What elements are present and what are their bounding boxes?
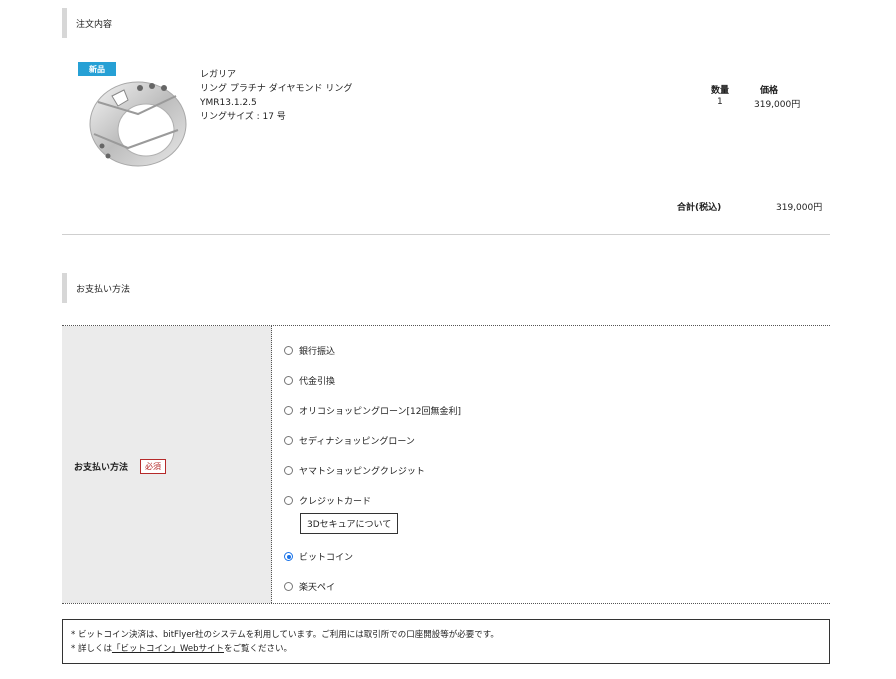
payment-label-text: お支払い方法	[74, 463, 129, 473]
note-line-2: * 詳しくは「ビットコイン」Webサイトをご覧ください。	[71, 642, 821, 656]
price-header: 価格	[760, 86, 779, 96]
option-label: 代金引換	[299, 377, 336, 387]
payment-table: お支払い方法 必須 銀行振込 代金引換 オリコショッピングローン[12回無金利]…	[62, 325, 830, 604]
payment-option-rakuten-pay[interactable]: 楽天ペイ	[284, 580, 335, 593]
payment-section-heading: お支払い方法	[62, 273, 130, 303]
payment-option-cedyna-loan[interactable]: セディナショッピングローン	[284, 434, 415, 447]
product-brand[interactable]: レガリア	[200, 68, 352, 82]
payment-option-credit-card[interactable]: クレジットカード	[284, 494, 371, 507]
option-label: クレジットカード	[299, 497, 372, 507]
total-value: 319,000円	[776, 203, 823, 213]
quantity-header: 数量	[711, 86, 730, 96]
note-suffix: をご覧ください。	[224, 644, 293, 654]
radio-icon[interactable]	[284, 466, 293, 475]
product-code: YMR13.1.2.5	[200, 98, 257, 108]
option-label: ビットコイン	[299, 553, 354, 563]
product-size: リングサイズ : 17 号	[200, 112, 286, 122]
product-name[interactable]: リング プラチナ ダイヤモンド リング	[200, 82, 352, 96]
option-label: 銀行振込	[299, 347, 336, 357]
radio-icon[interactable]	[284, 436, 293, 445]
radio-checked-icon[interactable]	[284, 552, 293, 561]
ring-product-image[interactable]	[78, 62, 190, 174]
radio-icon[interactable]	[284, 346, 293, 355]
payment-label-cell: お支払い方法 必須	[62, 326, 272, 603]
quantity-value: 1	[717, 97, 723, 107]
total-label: 合計(税込)	[677, 203, 722, 213]
required-badge: 必須	[140, 459, 167, 474]
bitcoin-website-link[interactable]: 「ビットコイン」Webサイト	[112, 644, 224, 654]
section-divider	[62, 234, 830, 235]
note-prefix: * 詳しくは	[71, 644, 112, 654]
payment-label: お支払い方法 必須	[74, 459, 167, 474]
3d-secure-button[interactable]: 3Dセキュアについて	[300, 513, 399, 534]
payment-option-bitcoin[interactable]: ビットコイン	[284, 550, 353, 563]
payment-option-cash-on-delivery[interactable]: 代金引換	[284, 374, 335, 387]
option-label: オリコショッピングローン[12回無金利]	[299, 407, 462, 417]
payment-options: 銀行振込 代金引換 オリコショッピングローン[12回無金利] セディナショッピン…	[272, 326, 830, 603]
payment-option-yamato-credit[interactable]: ヤマトショッピングクレジット	[284, 464, 425, 477]
radio-icon[interactable]	[284, 406, 293, 415]
option-label: ヤマトショッピングクレジット	[299, 467, 425, 477]
price-value: 319,000円	[754, 100, 801, 110]
product-info: レガリア リング プラチナ ダイヤモンド リング YMR13.1.2.5 リング…	[200, 68, 352, 124]
radio-icon[interactable]	[284, 582, 293, 591]
note-line-1: * ビットコイン決済は、bitFlyer社のシステムを利用しています。ご利用には…	[71, 630, 499, 640]
radio-icon[interactable]	[284, 376, 293, 385]
order-section-heading: 注文内容	[62, 8, 112, 38]
bitcoin-note-box: * ビットコイン決済は、bitFlyer社のシステムを利用しています。ご利用には…	[62, 619, 830, 664]
radio-icon[interactable]	[284, 496, 293, 505]
payment-option-bank-transfer[interactable]: 銀行振込	[284, 344, 335, 357]
new-badge: 新品	[78, 62, 116, 76]
option-label: 楽天ペイ	[299, 583, 336, 593]
payment-option-orico-loan[interactable]: オリコショッピングローン[12回無金利]	[284, 404, 461, 417]
option-label: セディナショッピングローン	[299, 437, 415, 447]
